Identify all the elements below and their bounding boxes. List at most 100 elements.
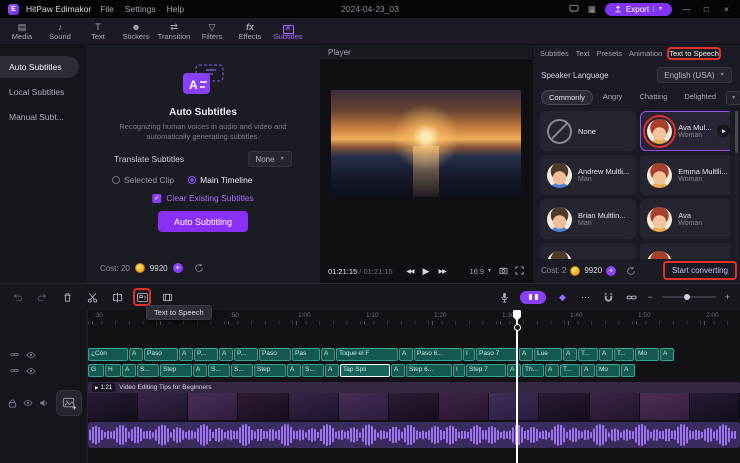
scissors-icon[interactable] [85, 290, 99, 304]
undo-icon[interactable] [10, 290, 24, 304]
speaker-language-dropdown[interactable]: English (USA)▼ [657, 67, 732, 83]
menu-settings[interactable]: Settings [123, 4, 158, 14]
magnet-icon[interactable] [601, 290, 615, 304]
track-link-icon[interactable] [10, 350, 19, 361]
sidebar-item-auto-subtitles[interactable]: Auto Subtitles [0, 56, 79, 78]
subtitle-clip[interactable]: A [287, 364, 301, 377]
subtitle-clip[interactable]: Step 6... [406, 364, 452, 377]
subtitle-clip[interactable]: Lue [534, 348, 562, 361]
start-converting-button[interactable]: Start converting [665, 263, 735, 278]
subtitle-clip[interactable]: S... [137, 364, 159, 377]
subtitle-clip[interactable]: Paso [144, 348, 178, 361]
text-to-speech-icon[interactable] [135, 290, 149, 304]
subtitle-clip[interactable]: I [463, 348, 475, 361]
track-visibility-icon[interactable] [26, 351, 36, 361]
speaker-card-ava-mul[interactable]: Ava Mul...Woman▶ [640, 111, 730, 151]
subtitle-clip[interactable]: S... [208, 364, 230, 377]
subtitle-clip[interactable]: Mo [635, 348, 659, 361]
translate-dropdown[interactable]: None▼ [248, 151, 292, 167]
subtitle-clip[interactable]: S... [302, 364, 324, 377]
subtitle-clip[interactable]: A [391, 364, 405, 377]
subtitle-clip[interactable]: T... [578, 348, 598, 361]
speaker-card-ava[interactable]: AvaWoman [640, 199, 730, 239]
tab-subtitles[interactable]: Subtitles [540, 49, 569, 58]
category-expand-icon[interactable]: ▼ [726, 91, 740, 105]
link-icon[interactable] [624, 290, 638, 304]
tab-effects[interactable]: fxEffects [231, 18, 269, 44]
subtitle-clip[interactable]: Paso 6... [414, 348, 462, 361]
category-chatting[interactable]: Chatting [632, 90, 674, 105]
subtitle-clip[interactable]: A [621, 364, 635, 377]
speaker-card-andrew[interactable]: Andrew [540, 243, 636, 259]
track-mute-icon[interactable] [39, 398, 49, 410]
speaker-card-none[interactable]: None [540, 111, 636, 151]
microphone-icon[interactable] [497, 290, 511, 304]
category-delighted[interactable]: Delighted [677, 90, 723, 105]
subtitle-clip[interactable]: A [321, 348, 335, 361]
track-visibility-icon[interactable] [26, 367, 36, 377]
video-track[interactable]: ▶1:21 Video Editing Tips for Beginners [88, 382, 740, 420]
subtitle-clip[interactable]: A [129, 348, 143, 361]
subtitle-clip[interactable]: G [88, 364, 104, 377]
sidebar-item-local-subtitles[interactable]: Local Subtitles [0, 81, 79, 103]
speaker-card-brian-multlin[interactable]: Brian Multlin...Man [540, 199, 636, 239]
feedback-icon[interactable] [569, 4, 579, 14]
subtitle-clip[interactable]: P... [234, 348, 258, 361]
tab-filters[interactable]: ▽Filters [193, 18, 231, 44]
subtitle-clip[interactable]: Tap Spli [340, 364, 390, 377]
audio-track[interactable] [88, 422, 740, 448]
preview-play-icon[interactable]: ▶ [717, 125, 730, 138]
subtitle-clip[interactable]: S... [231, 364, 253, 377]
subtitle-clip[interactable]: Paso [259, 348, 291, 361]
add-media-button[interactable] [56, 390, 82, 416]
subtitle-clip[interactable]: Paso 7 [476, 348, 518, 361]
tab-text[interactable]: Text [576, 49, 590, 58]
subtitle-clip[interactable]: A [545, 364, 559, 377]
menu-file[interactable]: File [98, 4, 116, 14]
tab-transition[interactable]: ⇄Transition [155, 18, 193, 44]
track-lock-icon[interactable] [8, 399, 17, 410]
refresh-icon[interactable] [626, 266, 636, 276]
record-toggle[interactable] [520, 291, 546, 304]
subtitle-clip[interactable]: T... [614, 348, 634, 361]
speaker-card-andrew-multli[interactable]: Andrew Multli...Man [540, 155, 636, 195]
subtitle-clip[interactable]: A [563, 348, 577, 361]
split-icon[interactable] [110, 290, 124, 304]
tab-text-to-speech[interactable]: Text to Speech [669, 49, 719, 58]
tab-text[interactable]: TText [79, 18, 117, 44]
export-button[interactable]: Export ▼ [605, 3, 672, 16]
previous-frame-button[interactable]: ◀◀ [406, 268, 413, 275]
subtitle-clip[interactable]: Toque el F [336, 348, 398, 361]
auto-subtitling-button[interactable]: Auto Subtitling [158, 211, 248, 232]
subtitle-clip[interactable]: A [660, 348, 674, 361]
menu-help[interactable]: Help [165, 4, 186, 14]
trash-icon[interactable] [60, 290, 74, 304]
subtitle-clip[interactable]: A [507, 364, 521, 377]
category-commonly[interactable]: Commonly [541, 90, 593, 105]
speaker-card-emma[interactable]: Emma [640, 243, 730, 259]
sidebar-item-manual-subt[interactable]: Manual Subt... [0, 106, 79, 128]
radio-main-timeline[interactable]: Main Timeline [188, 175, 252, 185]
subtitle-clip[interactable]: A [399, 348, 413, 361]
subtitle-clip[interactable]: A [179, 348, 193, 361]
track-visibility-icon[interactable] [23, 399, 33, 409]
minimize-button[interactable]: — [681, 4, 692, 14]
radio-selected-clip[interactable]: Selected Clip [112, 175, 174, 185]
subtitle-clip[interactable]: Pas [292, 348, 320, 361]
subtitle-clip[interactable]: P... [194, 348, 218, 361]
subtitle-clip[interactable]: Th... [522, 364, 544, 377]
freeze-frame-icon[interactable] [160, 290, 174, 304]
tab-stickers[interactable]: ☻Stickers [117, 18, 155, 44]
subtitle-clip[interactable]: H [105, 364, 121, 377]
tab-subtitles[interactable]: ASubtitles [269, 18, 307, 44]
tab-presets[interactable]: Presets [597, 49, 622, 58]
keyframe-icon[interactable]: ◆ [555, 290, 569, 304]
subtitle-clip[interactable]: A [219, 348, 233, 361]
subtitle-clip[interactable]: Step [160, 364, 192, 377]
subtitle-clip[interactable]: A [599, 348, 613, 361]
tab-sound[interactable]: ♪Sound [41, 18, 79, 44]
add-coins-button[interactable]: + [173, 263, 183, 273]
track-link-icon[interactable] [10, 366, 19, 377]
tab-animation[interactable]: Animation [629, 49, 662, 58]
clear-existing-checkbox[interactable]: ✓ Clear Existing Subtitles [152, 193, 253, 203]
